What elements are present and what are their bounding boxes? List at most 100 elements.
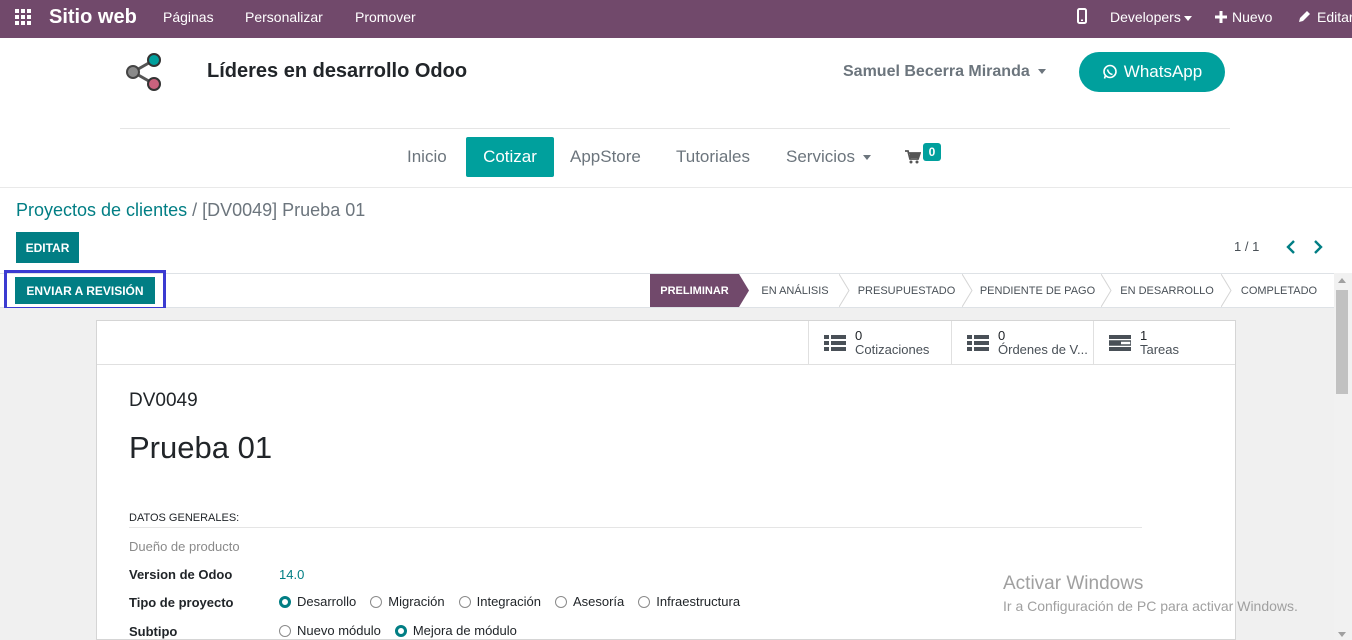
stage-en-desarrollo[interactable]: EN DESARROLLO <box>1113 274 1221 307</box>
cart-count-badge: 0 <box>923 143 941 161</box>
radio-migracion[interactable]: Migración <box>370 594 445 609</box>
smart-label: Órdenes de V... <box>998 341 1088 357</box>
menu-paginas[interactable]: Páginas <box>163 9 214 25</box>
new-label: Nuevo <box>1232 9 1273 25</box>
radio-nuevo-modulo[interactable]: Nuevo módulo <box>279 623 381 638</box>
tasks-icon <box>1108 334 1132 352</box>
caret-down-icon <box>1037 69 1046 75</box>
pencil-icon <box>1299 11 1310 22</box>
smart-button-ordenes[interactable]: 0 Órdenes de V... <box>951 321 1094 364</box>
subtype-label: Subtipo <box>129 624 178 639</box>
smart-count: 0 <box>998 327 1006 343</box>
nav-tutoriales[interactable]: Tutoriales <box>676 147 750 167</box>
nav-servicios-label: Servicios <box>786 147 855 166</box>
stage-presupuestado[interactable]: PRESUPUESTADO <box>851 274 962 307</box>
project-type-radios: Desarrollo Migración Integración Asesorí… <box>279 594 740 609</box>
edit-button[interactable]: EDITAR <box>16 232 79 263</box>
apps-grid-icon[interactable] <box>15 9 33 27</box>
radio-dot <box>370 595 383 608</box>
windows-watermark-title: Activar Windows <box>1003 573 1144 594</box>
breadcrumb-parent[interactable]: Proyectos de clientes <box>16 200 187 220</box>
radio-label: Nuevo módulo <box>297 623 381 638</box>
stage-completado[interactable]: COMPLETADO <box>1233 274 1325 307</box>
radio-label: Integración <box>476 594 541 609</box>
whatsapp-label: WhatsApp <box>1123 62 1203 81</box>
stage-separator <box>839 274 850 307</box>
scrollbar-thumb[interactable] <box>1336 290 1348 394</box>
scroll-up-arrow[interactable] <box>1338 278 1346 283</box>
pager-value[interactable]: 1 / 1 <box>1234 239 1259 254</box>
smart-button-tareas[interactable]: 1 Tareas <box>1093 321 1235 364</box>
radio-label: Desarrollo <box>297 594 357 609</box>
smart-label: Cotizaciones <box>855 341 930 357</box>
smart-button-cotizaciones[interactable]: 0 Cotizaciones <box>808 321 951 364</box>
version-value[interactable]: 14.0 <box>279 567 304 582</box>
section-title: DATOS GENERALES: <box>129 512 240 524</box>
radio-asesoria[interactable]: Asesoría <box>554 594 625 609</box>
stage-separator <box>1221 274 1232 307</box>
breadcrumb-current: [DV0049] Prueba 01 <box>202 200 366 220</box>
subtype-radios: Nuevo módulo Mejora de módulo <box>279 623 517 638</box>
button-box-divider <box>97 364 1235 365</box>
radio-dot <box>554 595 567 608</box>
radio-dot <box>394 624 407 637</box>
company-name[interactable]: Líderes en desarrollo Odoo <box>207 60 467 83</box>
stage-pendiente-pago[interactable]: PENDIENTE DE PAGO <box>974 274 1101 307</box>
radio-label: Asesoría <box>572 594 625 609</box>
record-name: Prueba 01 <box>129 430 273 465</box>
caret-down-icon <box>1183 15 1192 21</box>
breadcrumb: Proyectos de clientes / [DV0049] Prueba … <box>16 200 365 221</box>
user-menu[interactable]: Samuel Becerra Miranda <box>843 63 1046 81</box>
radio-label: Infraestructura <box>656 594 741 609</box>
stage-separator <box>1101 274 1112 307</box>
company-logo[interactable] <box>125 50 165 94</box>
radio-mejora-modulo[interactable]: Mejora de módulo <box>394 623 517 638</box>
radio-integracion[interactable]: Integración <box>458 594 541 609</box>
radio-dot <box>279 624 291 637</box>
developers-label: Developers <box>1110 9 1181 25</box>
highlight-box <box>4 270 166 310</box>
nav-appstore[interactable]: AppStore <box>570 147 641 167</box>
smart-count: 0 <box>855 327 863 343</box>
version-label: Version de Odoo <box>129 567 233 582</box>
radio-dot <box>638 595 651 608</box>
edit-page-button[interactable]: Editar <box>1298 9 1352 25</box>
record-reference: DV0049 <box>129 390 198 411</box>
radio-dot <box>458 595 471 608</box>
cart-icon[interactable] <box>905 150 922 164</box>
app-title[interactable]: Sitio web <box>49 6 137 29</box>
chevron-left-icon[interactable] <box>1286 240 1296 254</box>
breadcrumb-separator: / <box>187 200 203 220</box>
stage-preliminar[interactable]: PRELIMINAR <box>650 274 739 307</box>
radio-dot <box>279 595 291 608</box>
owner-label: Dueño de producto <box>129 539 240 554</box>
mobile-preview-icon[interactable] <box>1077 8 1087 27</box>
menu-promover[interactable]: Promover <box>355 9 416 25</box>
whatsapp-button[interactable]: WhatsApp <box>1079 52 1225 92</box>
radio-label: Migración <box>388 594 445 609</box>
stage-en-analisis[interactable]: EN ANÁLISIS <box>751 274 839 307</box>
menu-personalizar[interactable]: Personalizar <box>245 9 323 25</box>
user-name: Samuel Becerra Miranda <box>843 63 1030 80</box>
smart-count: 1 <box>1140 327 1148 343</box>
section-divider <box>129 527 1142 528</box>
new-button[interactable]: Nuevo <box>1215 9 1272 25</box>
nav-servicios[interactable]: Servicios <box>786 147 871 167</box>
list-icon <box>824 334 846 352</box>
nav-inicio[interactable]: Inicio <box>407 147 447 167</box>
stage-separator <box>962 274 973 307</box>
scroll-down-arrow[interactable] <box>1338 632 1346 637</box>
whatsapp-icon <box>1102 64 1117 79</box>
smart-label: Tareas <box>1140 341 1180 357</box>
edit-page-label: Editar <box>1317 9 1352 25</box>
chevron-right-icon[interactable] <box>1313 240 1323 254</box>
caret-down-icon <box>862 155 871 161</box>
admin-topbar: Sitio web Páginas Personalizar Promover … <box>0 0 1352 38</box>
radio-desarrollo[interactable]: Desarrollo <box>279 594 356 609</box>
nav-cotizar[interactable]: Cotizar <box>466 137 554 177</box>
radio-infraestructura[interactable]: Infraestructura <box>638 594 740 609</box>
header-bottom-border <box>0 187 1352 188</box>
radio-label: Mejora de módulo <box>412 623 517 638</box>
windows-watermark-text: Ir a Configuración de PC para activar Wi… <box>1003 598 1298 614</box>
developers-menu[interactable]: Developers <box>1110 9 1192 25</box>
